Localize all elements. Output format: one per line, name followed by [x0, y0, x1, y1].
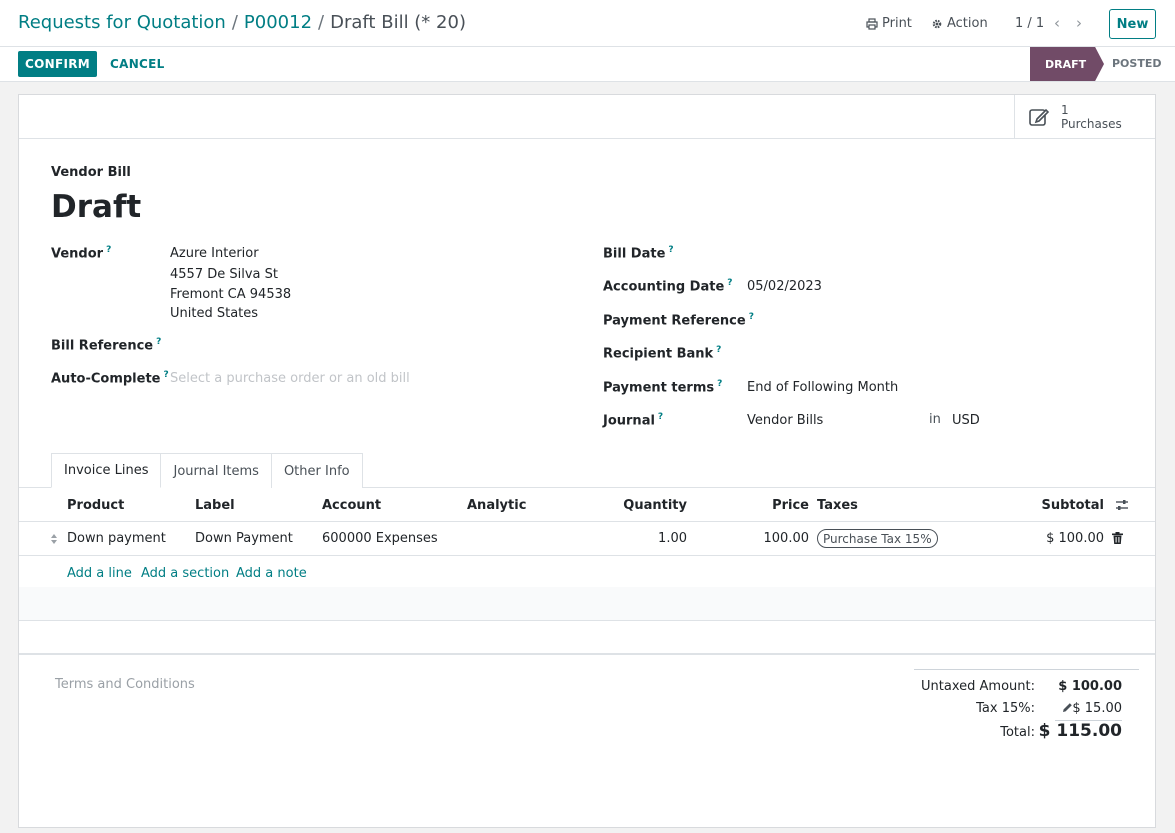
- payment-reference-input[interactable]: [747, 309, 1127, 331]
- column-product[interactable]: Product: [67, 498, 124, 513]
- tab-journal-items[interactable]: Journal Items: [160, 453, 272, 488]
- print-icon: [866, 17, 878, 30]
- tax-value: $ 15.00: [1072, 701, 1122, 716]
- column-quantity[interactable]: Quantity: [623, 498, 687, 513]
- bill-date-input[interactable]: [747, 242, 1127, 264]
- accounting-date-input[interactable]: 05/02/2023: [747, 279, 822, 294]
- payment-terms-input[interactable]: End of Following Month: [747, 380, 898, 395]
- pager-value[interactable]: 1 / 1: [1015, 16, 1044, 31]
- cell-price[interactable]: 100.00: [764, 531, 810, 546]
- autocomplete-label: Auto-Complete?: [51, 370, 169, 387]
- cell-quantity[interactable]: 1.00: [658, 531, 687, 546]
- total-value: $ 115.00: [1038, 721, 1122, 741]
- column-taxes[interactable]: Taxes: [817, 498, 858, 513]
- column-account[interactable]: Account: [322, 498, 381, 513]
- add-section-link[interactable]: Add a section: [141, 566, 229, 581]
- form-sheet: 1 Purchases Vendor Bill Draft Vendor? Az…: [18, 94, 1156, 828]
- totals-top-line: [914, 669, 1139, 670]
- cell-product[interactable]: Down payment: [67, 531, 166, 546]
- confirm-button[interactable]: CONFIRM: [18, 51, 97, 77]
- edit-icon: [1029, 108, 1050, 126]
- currency-input[interactable]: USD: [952, 413, 980, 428]
- row-separator: [19, 555, 1155, 556]
- cell-account[interactable]: 600000 Expenses: [322, 531, 438, 546]
- table-footer-line: [19, 653, 1155, 655]
- top-bar: Requests for Quotation / P00012/Draft Bill…: [0, 0, 1175, 47]
- bill-reference-label: Bill Reference?: [51, 337, 162, 354]
- column-label[interactable]: Label: [195, 498, 235, 513]
- vendor-street: 4557 De Silva St: [170, 267, 278, 282]
- payment-terms-label: Payment terms?: [603, 379, 723, 396]
- accounting-date-label: Accounting Date?: [603, 278, 733, 295]
- chevron-right-icon[interactable]: ›: [1076, 14, 1082, 32]
- journal-input[interactable]: Vendor Bills: [747, 413, 823, 428]
- action-label: Action: [947, 16, 988, 31]
- tax-label: Tax 15%:: [976, 701, 1035, 716]
- status-posted[interactable]: POSTED: [1112, 57, 1161, 70]
- vendor-name[interactable]: Azure Interior: [170, 246, 259, 261]
- breadcrumb: Requests for Quotation / P00012/Draft Bill…: [18, 12, 466, 33]
- breadcrumb-current: Draft Bill (* 20): [330, 12, 466, 33]
- notebook-tabs: Invoice Lines Journal Items Other Info: [51, 453, 363, 488]
- print-button[interactable]: Print: [866, 16, 912, 31]
- breadcrumb-separator: /: [231, 12, 238, 33]
- status-draft[interactable]: DRAFT: [1030, 47, 1104, 81]
- recipient-bank-label: Recipient Bank?: [603, 345, 722, 362]
- add-note-link[interactable]: Add a note: [236, 566, 307, 581]
- cell-subtotal: $ 100.00: [1046, 531, 1104, 546]
- column-analytic[interactable]: Analytic: [467, 498, 526, 513]
- tax-tag[interactable]: Purchase Tax 15%: [817, 529, 938, 548]
- new-button[interactable]: New: [1109, 9, 1156, 39]
- untaxed-amount-label: Untaxed Amount:: [921, 679, 1035, 694]
- gear-icon: [932, 19, 942, 28]
- journal-label: Journal?: [603, 412, 664, 429]
- column-settings-icon[interactable]: [1115, 499, 1129, 511]
- column-subtotal[interactable]: Subtotal: [1041, 498, 1104, 513]
- breadcrumb-po[interactable]: P00012: [244, 12, 312, 33]
- empty-row: [19, 587, 1155, 620]
- row-separator: [19, 620, 1155, 621]
- tab-other-info[interactable]: Other Info: [270, 453, 363, 488]
- purchases-count: 1: [1061, 103, 1069, 117]
- vendor-label: Vendor?: [51, 245, 112, 262]
- cancel-button[interactable]: CANCEL: [110, 57, 165, 71]
- pencil-icon[interactable]: [1062, 702, 1073, 713]
- cell-label[interactable]: Down Payment: [195, 531, 293, 546]
- column-price[interactable]: Price: [772, 498, 809, 513]
- payment-reference-label: Payment Reference?: [603, 312, 754, 329]
- trash-icon[interactable]: [1112, 532, 1123, 544]
- breadcrumb-separator: /: [318, 12, 325, 33]
- action-button[interactable]: Action: [931, 16, 988, 31]
- tab-invoice-lines[interactable]: Invoice Lines: [51, 453, 162, 488]
- vendor-city: Fremont CA 94538: [170, 287, 292, 302]
- autocomplete-input[interactable]: Select a purchase order or an old bill: [170, 371, 410, 386]
- document-type: Vendor Bill: [51, 165, 131, 180]
- purchases-label: Purchases: [1061, 117, 1122, 131]
- header-separator: [19, 521, 1155, 522]
- recipient-bank-input[interactable]: [747, 342, 1127, 364]
- record-name: Draft: [51, 189, 142, 225]
- in-label: in: [929, 412, 941, 427]
- add-line-link[interactable]: Add a line: [67, 566, 132, 581]
- breadcrumb-rfq[interactable]: Requests for Quotation: [18, 12, 226, 33]
- chevron-left-icon[interactable]: ‹: [1054, 14, 1060, 32]
- total-label: Total:: [1000, 725, 1035, 740]
- vendor-country: United States: [170, 306, 259, 321]
- terms-and-conditions[interactable]: Terms and Conditions: [55, 677, 195, 692]
- bill-date-label: Bill Date?: [603, 245, 674, 262]
- untaxed-amount-value: $ 100.00: [1058, 679, 1122, 694]
- bill-reference-input[interactable]: [170, 333, 570, 355]
- sort-handle-icon[interactable]: [50, 533, 58, 545]
- purchases-smart-button[interactable]: 1 Purchases: [1014, 95, 1155, 139]
- print-label: Print: [882, 16, 912, 31]
- control-bar: CONFIRM CANCEL DRAFT POSTED: [0, 47, 1175, 82]
- button-box: 1 Purchases: [19, 95, 1155, 139]
